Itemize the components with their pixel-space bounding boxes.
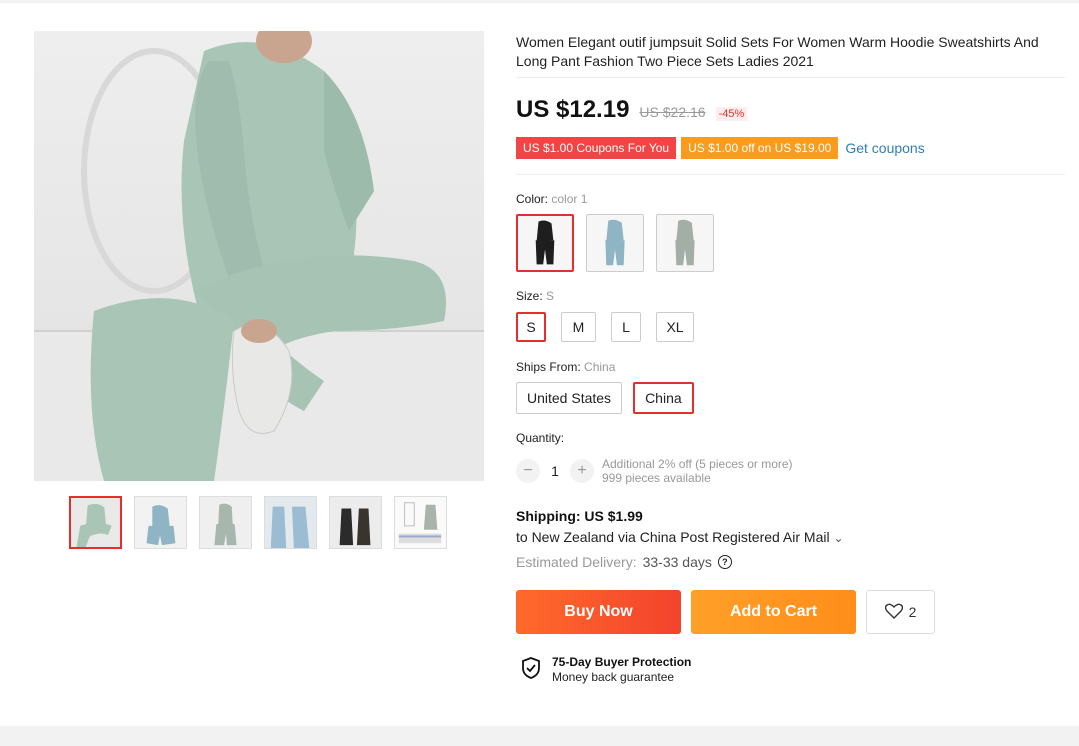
top-border	[0, 0, 1079, 3]
shield-check-icon	[520, 656, 542, 685]
estimated-delivery: Estimated Delivery: 33-33 days ?	[516, 554, 732, 570]
size-options: S M L XL	[516, 312, 694, 342]
product-title: Women Elegant outif jumpsuit Solid Sets …	[516, 34, 1039, 69]
ships-from-label: Ships From: China	[516, 360, 615, 374]
coupon-badge-1[interactable]: US $1.00 Coupons For You	[516, 137, 677, 159]
delivery-value: 33-33 days	[642, 554, 712, 570]
coupon-badge-2[interactable]: US $1.00 off on US $19.00	[681, 137, 839, 159]
action-buttons: Buy Now Add to Cart 2	[516, 590, 935, 634]
quantity-minus-button[interactable]: −	[516, 459, 540, 483]
thumbnail-2[interactable]	[134, 496, 187, 549]
quantity-info: Additional 2% off (5 pieces or more) 999…	[602, 457, 793, 485]
quantity-plus-button[interactable]: +	[570, 459, 594, 483]
chevron-down-icon: ⌄	[833, 531, 844, 545]
color-value: color 1	[551, 192, 588, 206]
size-value: S	[546, 289, 555, 303]
current-price: US $12.19	[516, 96, 630, 123]
color-swatches	[516, 214, 714, 272]
size-label-text: Size:	[516, 289, 543, 303]
ships-from-label-text: Ships From:	[516, 360, 581, 374]
color-swatch-1[interactable]	[516, 214, 574, 272]
ships-from-united-states[interactable]: United States	[516, 382, 623, 414]
size-option-xl[interactable]: XL	[656, 312, 694, 342]
thumbnail-6[interactable]	[394, 496, 447, 549]
original-price: US $22.16	[639, 104, 706, 120]
buy-now-button[interactable]: Buy Now	[516, 590, 681, 634]
divider	[516, 174, 1065, 175]
shipping-description: to New Zealand via China Post Registered…	[516, 529, 830, 545]
size-option-l[interactable]: L	[611, 312, 641, 342]
thumbnail-3[interactable]	[199, 496, 252, 549]
pieces-available: 999 pieces available	[602, 471, 711, 485]
quantity-stepper: − 1 + Additional 2% off (5 pieces or mor…	[516, 457, 793, 485]
thumbnail-4[interactable]	[264, 496, 317, 549]
protection-title: 75-Day Buyer Protection	[552, 655, 692, 669]
size-option-s[interactable]: S	[516, 312, 546, 342]
size-label: Size: S	[516, 289, 554, 303]
coupon-row: US $1.00 Coupons For You US $1.00 off on…	[516, 137, 925, 159]
color-swatch-2[interactable]	[586, 214, 644, 272]
get-coupons-link[interactable]: Get coupons	[845, 140, 924, 156]
quantity-label: Quantity:	[516, 431, 565, 445]
main-product-image[interactable]	[34, 31, 484, 481]
shipping-cost: Shipping: US $1.99	[516, 508, 643, 524]
page-footer-band	[0, 726, 1079, 746]
heart-icon	[884, 603, 903, 622]
bulk-discount-note: Additional 2% off (5 pieces or more)	[602, 457, 793, 471]
help-icon[interactable]: ?	[717, 555, 732, 569]
add-to-cart-button[interactable]: Add to Cart	[691, 590, 856, 634]
quantity-value[interactable]: 1	[540, 463, 570, 479]
divider	[516, 77, 1065, 78]
thumbnail-5[interactable]	[329, 496, 382, 549]
wishlist-button[interactable]: 2	[866, 590, 935, 634]
shipping-method-selector[interactable]: to New Zealand via China Post Registered…	[516, 529, 844, 545]
price-row: US $12.19 US $22.16 -45%	[516, 96, 748, 124]
discount-badge: -45%	[715, 107, 748, 121]
thumbnail-1[interactable]	[69, 496, 122, 549]
color-swatch-3[interactable]	[656, 214, 714, 272]
color-label-text: Color:	[516, 192, 549, 206]
size-option-m[interactable]: M	[561, 312, 596, 342]
protection-text: 75-Day Buyer Protection Money back guara…	[552, 655, 691, 685]
ships-from-options: United States China	[516, 382, 694, 414]
delivery-label: Estimated Delivery:	[516, 554, 637, 570]
buyer-protection: 75-Day Buyer Protection Money back guara…	[520, 655, 691, 685]
thumbnail-strip	[69, 496, 447, 549]
protection-subtitle: Money back guarantee	[552, 670, 675, 684]
color-label: Color: color 1	[516, 192, 587, 206]
ships-from-china[interactable]: China	[633, 382, 694, 414]
wishlist-count: 2	[908, 604, 917, 620]
ships-from-value: China	[584, 360, 616, 374]
